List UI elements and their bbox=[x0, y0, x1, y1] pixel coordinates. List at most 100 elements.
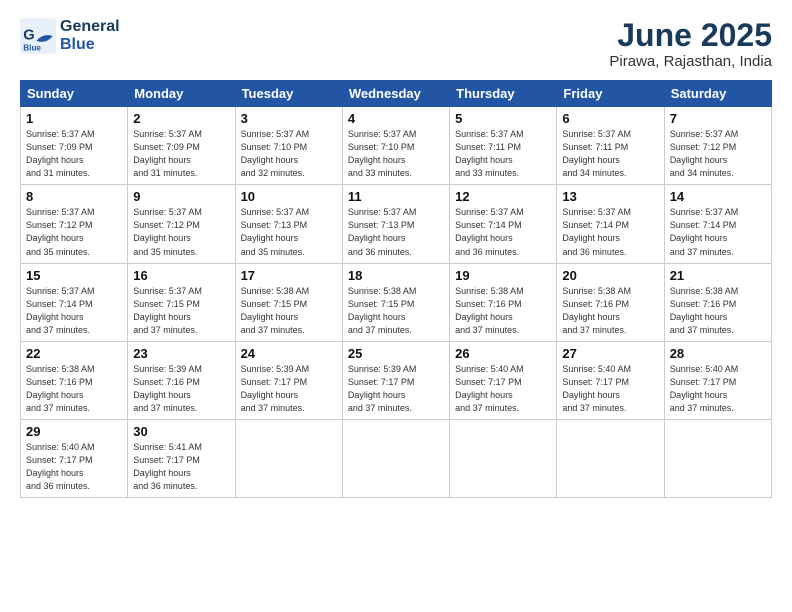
day-number: 10 bbox=[241, 189, 337, 204]
day-info: Sunrise: 5:40 AM Sunset: 7:17 PM Dayligh… bbox=[562, 363, 658, 415]
day-number: 22 bbox=[26, 346, 122, 361]
calendar-cell: 13 Sunrise: 5:37 AM Sunset: 7:14 PM Dayl… bbox=[557, 185, 664, 263]
calendar-cell: 30 Sunrise: 5:41 AM Sunset: 7:17 PM Dayl… bbox=[128, 419, 235, 497]
calendar-cell bbox=[342, 419, 449, 497]
header-sunday: Sunday bbox=[21, 81, 128, 107]
calendar-week-row: 29 Sunrise: 5:40 AM Sunset: 7:17 PM Dayl… bbox=[21, 419, 772, 497]
header-monday: Monday bbox=[128, 81, 235, 107]
calendar-cell: 5 Sunrise: 5:37 AM Sunset: 7:11 PM Dayli… bbox=[450, 107, 557, 185]
header-wednesday: Wednesday bbox=[342, 81, 449, 107]
day-info: Sunrise: 5:39 AM Sunset: 7:16 PM Dayligh… bbox=[133, 363, 229, 415]
calendar-cell: 21 Sunrise: 5:38 AM Sunset: 7:16 PM Dayl… bbox=[664, 263, 771, 341]
calendar-week-row: 22 Sunrise: 5:38 AM Sunset: 7:16 PM Dayl… bbox=[21, 341, 772, 419]
calendar-cell bbox=[450, 419, 557, 497]
day-number: 24 bbox=[241, 346, 337, 361]
day-info: Sunrise: 5:39 AM Sunset: 7:17 PM Dayligh… bbox=[241, 363, 337, 415]
day-number: 13 bbox=[562, 189, 658, 204]
day-number: 15 bbox=[26, 268, 122, 283]
day-info: Sunrise: 5:37 AM Sunset: 7:12 PM Dayligh… bbox=[670, 128, 766, 180]
calendar-cell: 15 Sunrise: 5:37 AM Sunset: 7:14 PM Dayl… bbox=[21, 263, 128, 341]
header-saturday: Saturday bbox=[664, 81, 771, 107]
header-tuesday: Tuesday bbox=[235, 81, 342, 107]
day-info: Sunrise: 5:37 AM Sunset: 7:15 PM Dayligh… bbox=[133, 285, 229, 337]
logo: G Blue General Blue bbox=[20, 18, 120, 54]
day-number: 16 bbox=[133, 268, 229, 283]
logo-icon: G Blue bbox=[20, 18, 56, 54]
day-number: 20 bbox=[562, 268, 658, 283]
calendar-cell: 1 Sunrise: 5:37 AM Sunset: 7:09 PM Dayli… bbox=[21, 107, 128, 185]
day-info: Sunrise: 5:37 AM Sunset: 7:10 PM Dayligh… bbox=[348, 128, 444, 180]
calendar-cell: 28 Sunrise: 5:40 AM Sunset: 7:17 PM Dayl… bbox=[664, 341, 771, 419]
logo-text: General Blue bbox=[60, 18, 120, 53]
day-number: 4 bbox=[348, 111, 444, 126]
day-number: 21 bbox=[670, 268, 766, 283]
day-info: Sunrise: 5:37 AM Sunset: 7:14 PM Dayligh… bbox=[670, 206, 766, 258]
day-number: 30 bbox=[133, 424, 229, 439]
header: G Blue General Blue June 2025 Pirawa, Ra… bbox=[20, 18, 772, 70]
svg-text:Blue: Blue bbox=[23, 44, 41, 53]
day-info: Sunrise: 5:38 AM Sunset: 7:16 PM Dayligh… bbox=[670, 285, 766, 337]
calendar-cell bbox=[557, 419, 664, 497]
calendar-cell: 26 Sunrise: 5:40 AM Sunset: 7:17 PM Dayl… bbox=[450, 341, 557, 419]
day-info: Sunrise: 5:40 AM Sunset: 7:17 PM Dayligh… bbox=[455, 363, 551, 415]
day-number: 7 bbox=[670, 111, 766, 126]
day-info: Sunrise: 5:39 AM Sunset: 7:17 PM Dayligh… bbox=[348, 363, 444, 415]
calendar-cell: 22 Sunrise: 5:38 AM Sunset: 7:16 PM Dayl… bbox=[21, 341, 128, 419]
calendar-cell: 16 Sunrise: 5:37 AM Sunset: 7:15 PM Dayl… bbox=[128, 263, 235, 341]
header-friday: Friday bbox=[557, 81, 664, 107]
calendar-cell: 17 Sunrise: 5:38 AM Sunset: 7:15 PM Dayl… bbox=[235, 263, 342, 341]
day-info: Sunrise: 5:40 AM Sunset: 7:17 PM Dayligh… bbox=[670, 363, 766, 415]
calendar-cell: 19 Sunrise: 5:38 AM Sunset: 7:16 PM Dayl… bbox=[450, 263, 557, 341]
calendar-cell: 24 Sunrise: 5:39 AM Sunset: 7:17 PM Dayl… bbox=[235, 341, 342, 419]
day-info: Sunrise: 5:38 AM Sunset: 7:15 PM Dayligh… bbox=[241, 285, 337, 337]
day-info: Sunrise: 5:37 AM Sunset: 7:09 PM Dayligh… bbox=[133, 128, 229, 180]
day-info: Sunrise: 5:37 AM Sunset: 7:12 PM Dayligh… bbox=[26, 206, 122, 258]
day-number: 1 bbox=[26, 111, 122, 126]
calendar-cell: 6 Sunrise: 5:37 AM Sunset: 7:11 PM Dayli… bbox=[557, 107, 664, 185]
day-info: Sunrise: 5:38 AM Sunset: 7:15 PM Dayligh… bbox=[348, 285, 444, 337]
title-block: June 2025 Pirawa, Rajasthan, India bbox=[609, 18, 772, 70]
page: G Blue General Blue June 2025 Pirawa, Ra… bbox=[0, 0, 792, 612]
month-title: June 2025 bbox=[609, 18, 772, 53]
day-info: Sunrise: 5:38 AM Sunset: 7:16 PM Dayligh… bbox=[562, 285, 658, 337]
day-info: Sunrise: 5:37 AM Sunset: 7:11 PM Dayligh… bbox=[562, 128, 658, 180]
day-number: 28 bbox=[670, 346, 766, 361]
day-number: 25 bbox=[348, 346, 444, 361]
day-number: 26 bbox=[455, 346, 551, 361]
day-info: Sunrise: 5:38 AM Sunset: 7:16 PM Dayligh… bbox=[26, 363, 122, 415]
day-info: Sunrise: 5:37 AM Sunset: 7:14 PM Dayligh… bbox=[562, 206, 658, 258]
calendar-table: Sunday Monday Tuesday Wednesday Thursday… bbox=[20, 80, 772, 498]
day-info: Sunrise: 5:37 AM Sunset: 7:09 PM Dayligh… bbox=[26, 128, 122, 180]
day-number: 23 bbox=[133, 346, 229, 361]
day-info: Sunrise: 5:37 AM Sunset: 7:14 PM Dayligh… bbox=[26, 285, 122, 337]
calendar-cell: 18 Sunrise: 5:38 AM Sunset: 7:15 PM Dayl… bbox=[342, 263, 449, 341]
day-info: Sunrise: 5:37 AM Sunset: 7:11 PM Dayligh… bbox=[455, 128, 551, 180]
svg-text:G: G bbox=[23, 27, 34, 43]
calendar-cell: 7 Sunrise: 5:37 AM Sunset: 7:12 PM Dayli… bbox=[664, 107, 771, 185]
day-number: 9 bbox=[133, 189, 229, 204]
calendar-week-row: 8 Sunrise: 5:37 AM Sunset: 7:12 PM Dayli… bbox=[21, 185, 772, 263]
calendar-cell: 27 Sunrise: 5:40 AM Sunset: 7:17 PM Dayl… bbox=[557, 341, 664, 419]
calendar-cell bbox=[664, 419, 771, 497]
calendar-week-row: 1 Sunrise: 5:37 AM Sunset: 7:09 PM Dayli… bbox=[21, 107, 772, 185]
calendar-cell: 11 Sunrise: 5:37 AM Sunset: 7:13 PM Dayl… bbox=[342, 185, 449, 263]
day-number: 2 bbox=[133, 111, 229, 126]
day-info: Sunrise: 5:37 AM Sunset: 7:12 PM Dayligh… bbox=[133, 206, 229, 258]
calendar-header-row: Sunday Monday Tuesday Wednesday Thursday… bbox=[21, 81, 772, 107]
calendar-cell: 10 Sunrise: 5:37 AM Sunset: 7:13 PM Dayl… bbox=[235, 185, 342, 263]
calendar-cell: 4 Sunrise: 5:37 AM Sunset: 7:10 PM Dayli… bbox=[342, 107, 449, 185]
calendar-cell: 23 Sunrise: 5:39 AM Sunset: 7:16 PM Dayl… bbox=[128, 341, 235, 419]
day-info: Sunrise: 5:37 AM Sunset: 7:10 PM Dayligh… bbox=[241, 128, 337, 180]
day-number: 5 bbox=[455, 111, 551, 126]
day-number: 8 bbox=[26, 189, 122, 204]
day-info: Sunrise: 5:37 AM Sunset: 7:13 PM Dayligh… bbox=[348, 206, 444, 258]
location: Pirawa, Rajasthan, India bbox=[609, 53, 772, 70]
day-number: 19 bbox=[455, 268, 551, 283]
calendar-cell: 14 Sunrise: 5:37 AM Sunset: 7:14 PM Dayl… bbox=[664, 185, 771, 263]
calendar-cell: 3 Sunrise: 5:37 AM Sunset: 7:10 PM Dayli… bbox=[235, 107, 342, 185]
day-info: Sunrise: 5:40 AM Sunset: 7:17 PM Dayligh… bbox=[26, 441, 122, 493]
day-info: Sunrise: 5:41 AM Sunset: 7:17 PM Dayligh… bbox=[133, 441, 229, 493]
calendar-cell: 20 Sunrise: 5:38 AM Sunset: 7:16 PM Dayl… bbox=[557, 263, 664, 341]
header-thursday: Thursday bbox=[450, 81, 557, 107]
day-number: 17 bbox=[241, 268, 337, 283]
